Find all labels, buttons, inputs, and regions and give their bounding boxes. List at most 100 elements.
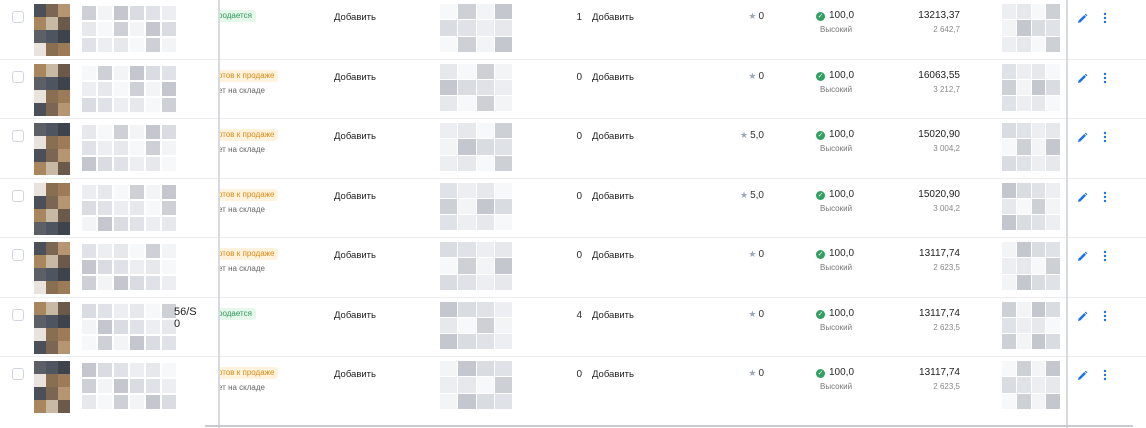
add-link[interactable]: Добавить [334, 310, 376, 321]
row-checkbox[interactable] [12, 11, 24, 23]
pencil-icon[interactable] [1076, 131, 1088, 143]
blur-pixel [494, 79, 512, 96]
blurred-field [1002, 242, 1060, 290]
score-label: Высокий [820, 84, 853, 94]
more-vertical-icon[interactable] [1101, 249, 1109, 263]
add-link[interactable]: Добавить [334, 250, 376, 261]
blur-pixel [476, 198, 494, 215]
add-link[interactable]: Добавить [334, 72, 376, 83]
star-icon: ★ [748, 368, 757, 378]
blur-pixel [58, 255, 70, 268]
add-link[interactable]: Добавить [592, 72, 634, 83]
blur-pixel [1031, 4, 1046, 20]
product-image[interactable] [34, 63, 70, 116]
blur-pixel [82, 38, 96, 52]
blur-pixel [1046, 274, 1060, 290]
row-checkbox[interactable] [12, 368, 24, 380]
blur-pixel [146, 97, 160, 112]
quantity-value: 0 [576, 369, 582, 380]
star-icon: ★ [748, 249, 757, 259]
blur-pixel [130, 379, 144, 393]
row-checkbox[interactable] [12, 130, 24, 142]
row-checkbox[interactable] [12, 308, 24, 321]
blur-pixel [476, 79, 494, 96]
add-link[interactable]: Добавить [592, 250, 634, 261]
blur-pixel [494, 377, 512, 393]
more-vertical-icon[interactable] [1101, 130, 1109, 144]
row-checkbox[interactable] [12, 70, 24, 83]
blur-pixel [458, 139, 476, 155]
row-checkbox[interactable] [12, 189, 24, 202]
blur-pixel [440, 123, 458, 139]
rating-value: 5,0 [750, 189, 764, 201]
row-checkbox[interactable] [12, 249, 24, 261]
blur-pixel [1002, 393, 1016, 409]
check-circle-icon: ✓ [816, 309, 825, 319]
pencil-icon[interactable] [1076, 310, 1088, 322]
add-link[interactable]: Добавить [592, 369, 634, 380]
product-image[interactable] [34, 123, 70, 175]
product-image[interactable] [34, 301, 70, 354]
add-link[interactable]: Добавить [334, 12, 376, 23]
price: 13213,37 [918, 10, 960, 21]
pencil-icon[interactable] [1076, 191, 1088, 203]
blur-pixel [130, 216, 144, 231]
pencil-icon[interactable] [1076, 250, 1088, 262]
add-link[interactable]: Добавить [592, 131, 634, 142]
blur-pixel [440, 301, 458, 317]
more-vertical-icon[interactable] [1101, 190, 1109, 204]
score: ✓ 100,0 [816, 129, 854, 140]
product-image[interactable] [34, 182, 70, 235]
product-image[interactable] [34, 361, 70, 413]
blur-pixel [1046, 20, 1060, 36]
horizontal-scrollbar[interactable] [205, 425, 1133, 427]
blur-pixel [58, 314, 70, 328]
more-vertical-icon[interactable] [1101, 309, 1109, 323]
blur-pixel [494, 96, 512, 112]
blur-pixel [162, 125, 176, 139]
product-image[interactable] [34, 242, 70, 294]
blur-pixel [1002, 258, 1016, 274]
blur-pixel [1016, 317, 1031, 334]
score-label: Высокий [820, 322, 853, 332]
blur-pixel [130, 395, 144, 409]
add-link[interactable]: Добавить [334, 131, 376, 142]
blur-pixel [98, 97, 112, 112]
add-link[interactable]: Добавить [592, 191, 634, 202]
blur-pixel [82, 65, 96, 80]
blur-pixel [494, 123, 512, 139]
more-vertical-icon[interactable] [1101, 368, 1109, 382]
blur-pixel [34, 162, 46, 175]
blur-pixel [46, 136, 58, 149]
blur-pixel [114, 184, 128, 199]
rating: ★ 0 [730, 71, 764, 82]
status-badge: отов к продаже [218, 69, 279, 82]
blur-pixel [114, 216, 128, 231]
blur-pixel [146, 319, 160, 334]
blur-pixel [58, 76, 70, 90]
pencil-icon[interactable] [1076, 72, 1088, 84]
blur-pixel [82, 97, 96, 112]
pencil-icon[interactable] [1076, 369, 1088, 381]
blur-pixel [1046, 215, 1060, 231]
blur-pixel [114, 141, 128, 155]
blur-pixel [1031, 377, 1046, 393]
add-link[interactable]: Добавить [592, 12, 634, 23]
blur-pixel [34, 281, 46, 294]
more-vertical-icon[interactable] [1101, 11, 1109, 25]
blur-pixel [1046, 96, 1060, 112]
score-value: 100,0 [829, 129, 855, 140]
more-vertical-icon[interactable] [1101, 71, 1109, 85]
add-link[interactable]: Добавить [334, 369, 376, 380]
blurred-field [1002, 182, 1060, 231]
table-row: отов к продаже ет на складе Добавить 0 Д… [0, 119, 1146, 179]
blur-pixel [114, 22, 128, 36]
blur-pixel [114, 65, 128, 80]
add-link[interactable]: Добавить [592, 310, 634, 321]
product-image[interactable] [34, 4, 70, 56]
blur-pixel [82, 157, 96, 171]
add-link[interactable]: Добавить [334, 191, 376, 202]
blur-pixel [494, 301, 512, 317]
pencil-icon[interactable] [1076, 12, 1088, 24]
blur-pixel [34, 314, 46, 328]
